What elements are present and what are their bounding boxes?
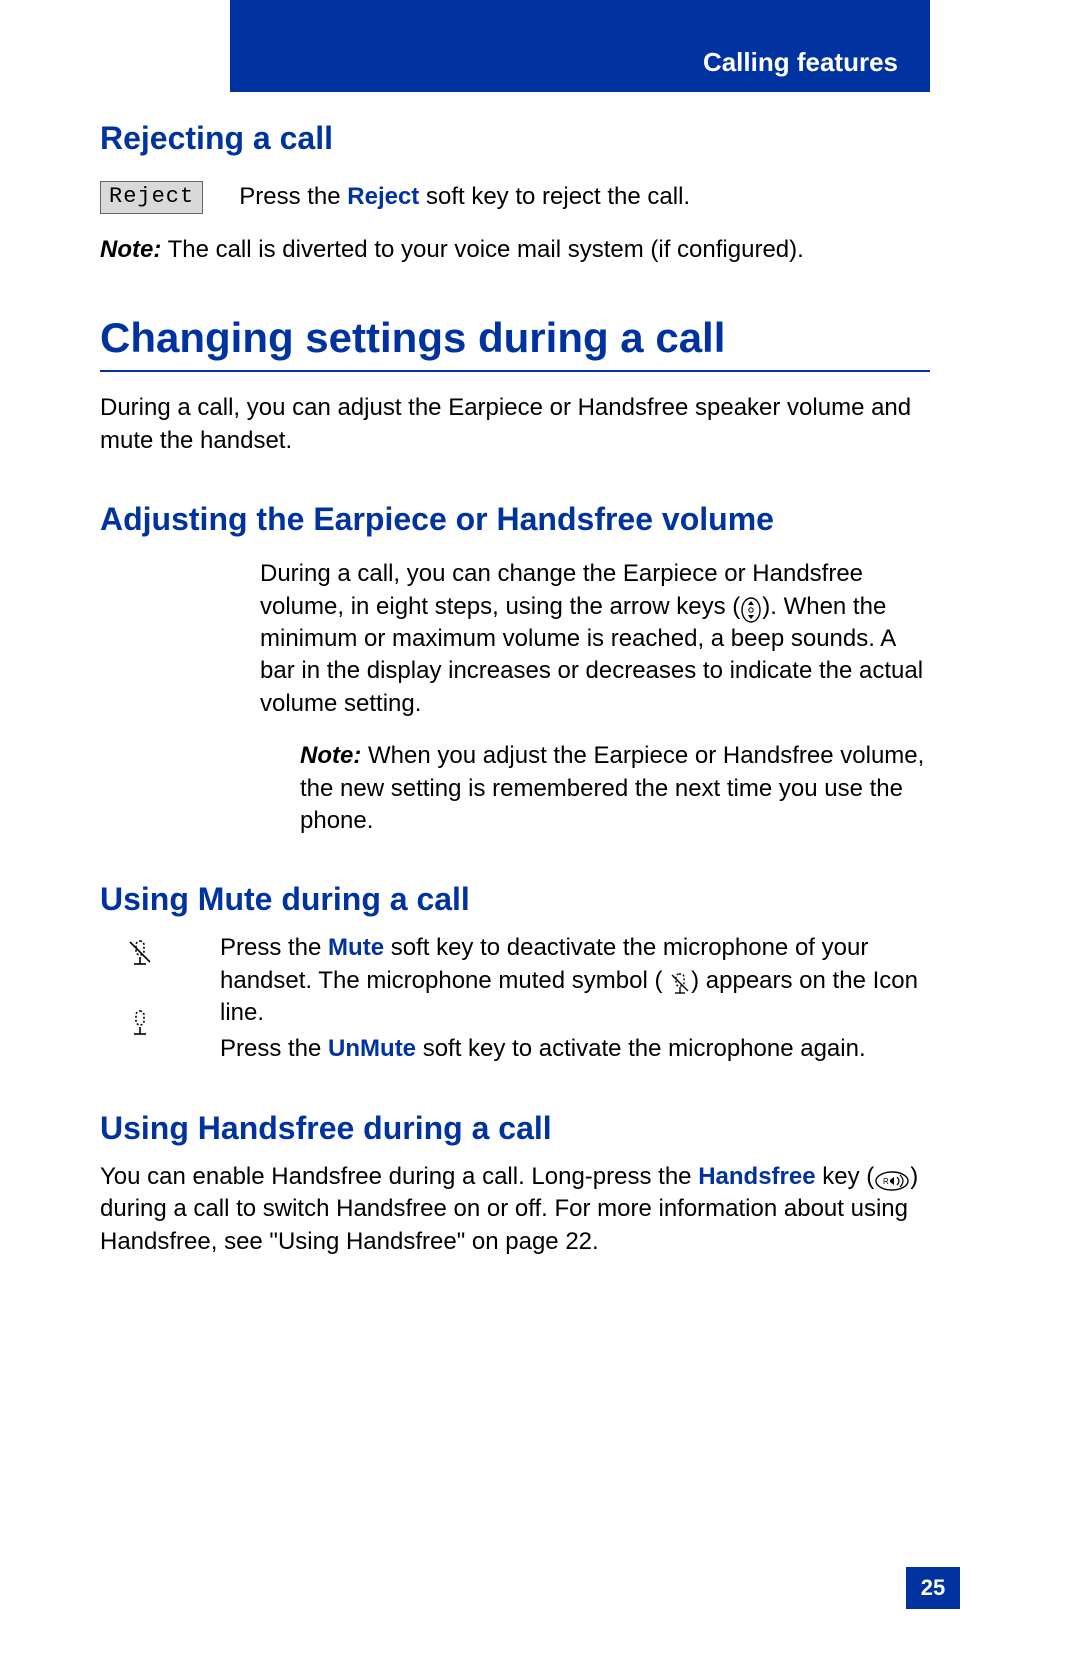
page-content: Rejecting a call Reject Press the Reject… [100, 110, 930, 1258]
heading-using-handsfree: Using Handsfree during a call [100, 1110, 930, 1147]
mute-instructions: Press the Mute soft key to deactivate th… [220, 932, 930, 1066]
header-bar: Calling features [230, 0, 930, 92]
page-number: 25 [906, 1567, 960, 1609]
mute-line-1: Press the Mute soft key to deactivate th… [220, 932, 930, 1029]
unmute-icon [126, 1008, 154, 1038]
heading-rejecting-call: Rejecting a call [100, 120, 930, 157]
text: You can enable Handsfree during a call. … [100, 1163, 698, 1190]
mute-icon [126, 938, 154, 968]
text: Press the [220, 934, 328, 961]
svg-text:R: R [883, 1177, 889, 1186]
text: Press the [220, 1035, 328, 1062]
handsfree-key-icon: R [874, 1166, 910, 1193]
note-label: Note: [100, 236, 161, 263]
reject-instruction: Press the Reject soft key to reject the … [239, 181, 690, 213]
heading-using-mute: Using Mute during a call [100, 881, 930, 918]
unmute-key-name: UnMute [328, 1035, 416, 1062]
mic-muted-icon [669, 970, 691, 997]
text: soft key to activate the microphone agai… [416, 1035, 866, 1062]
changing-intro: During a call, you can adjust the Earpie… [100, 392, 930, 457]
adjusting-note: Note: When you adjust the Earpiece or Ha… [300, 740, 930, 837]
heading-adjusting-volume: Adjusting the Earpiece or Handsfree volu… [100, 501, 930, 538]
reject-key-name: Reject [347, 183, 419, 210]
mute-key-name: Mute [328, 934, 384, 961]
header-section-title: Calling features [703, 47, 898, 78]
handsfree-key-name: Handsfree [698, 1163, 815, 1190]
reject-note: Note: The call is diverted to your voice… [100, 234, 930, 266]
note-text: When you adjust the Earpiece or Handsfre… [300, 742, 924, 834]
adjusting-text: During a call, you can change the Earpie… [260, 558, 930, 720]
text: soft key to reject the call. [419, 183, 690, 210]
arrow-keys-icon [740, 596, 762, 623]
text: Press the [239, 183, 347, 210]
note-label: Note: [300, 742, 361, 769]
text: key ( [816, 1163, 875, 1190]
handsfree-text: You can enable Handsfree during a call. … [100, 1161, 930, 1258]
heading-changing-settings: Changing settings during a call [100, 314, 930, 372]
note-text: The call is diverted to your voice mail … [161, 236, 803, 263]
mute-line-2: Press the UnMute soft key to activate th… [220, 1033, 930, 1065]
reject-softkey-icon: Reject [100, 181, 203, 214]
